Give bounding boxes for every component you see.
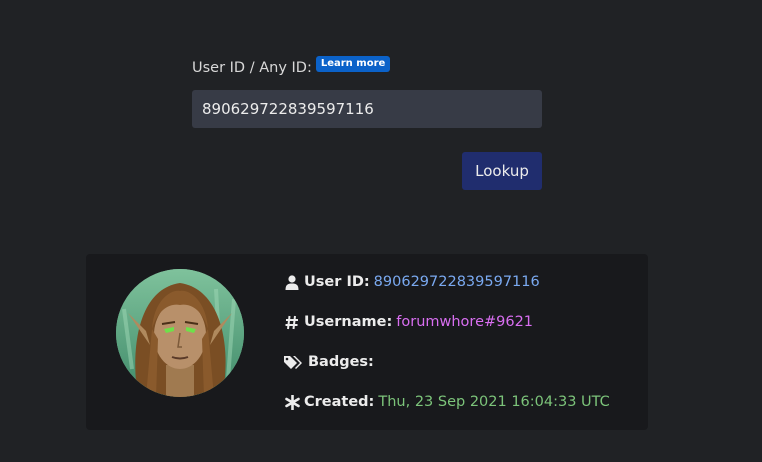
learn-more-badge[interactable]: Learn more [315, 56, 391, 72]
user-id-value: 890629722839597116 [373, 274, 540, 290]
username-value: forumwhore#9621 [396, 314, 534, 330]
created-key: Created: [304, 394, 375, 410]
created-value: Thu, 23 Sep 2021 16:04:33 UTC [378, 394, 610, 410]
avatar-image [116, 269, 244, 397]
badges-row: Badges: [284, 352, 610, 372]
username-row: Username: forumwhore#9621 [284, 312, 610, 332]
user-id-input[interactable] [192, 90, 542, 128]
lookup-button[interactable]: Lookup [462, 152, 542, 190]
user-id-label: User ID / Any ID: Learn more [192, 56, 391, 76]
user-icon [284, 274, 300, 290]
asterisk-icon [284, 394, 300, 410]
user-id-row: User ID: 890629722839597116 [284, 272, 610, 292]
username-key: Username: [304, 314, 393, 330]
user-info: User ID: 890629722839597116 Username: fo… [284, 272, 610, 432]
created-row: Created: Thu, 23 Sep 2021 16:04:33 UTC [284, 392, 610, 412]
user-id-label-text: User ID / Any ID: [192, 60, 312, 76]
hash-icon [284, 314, 300, 330]
badges-key: Badges: [308, 354, 374, 370]
tags-icon [284, 354, 304, 370]
user-id-key: User ID: [304, 274, 370, 290]
avatar [116, 269, 244, 397]
user-result-card: User ID: 890629722839597116 Username: fo… [86, 254, 648, 430]
